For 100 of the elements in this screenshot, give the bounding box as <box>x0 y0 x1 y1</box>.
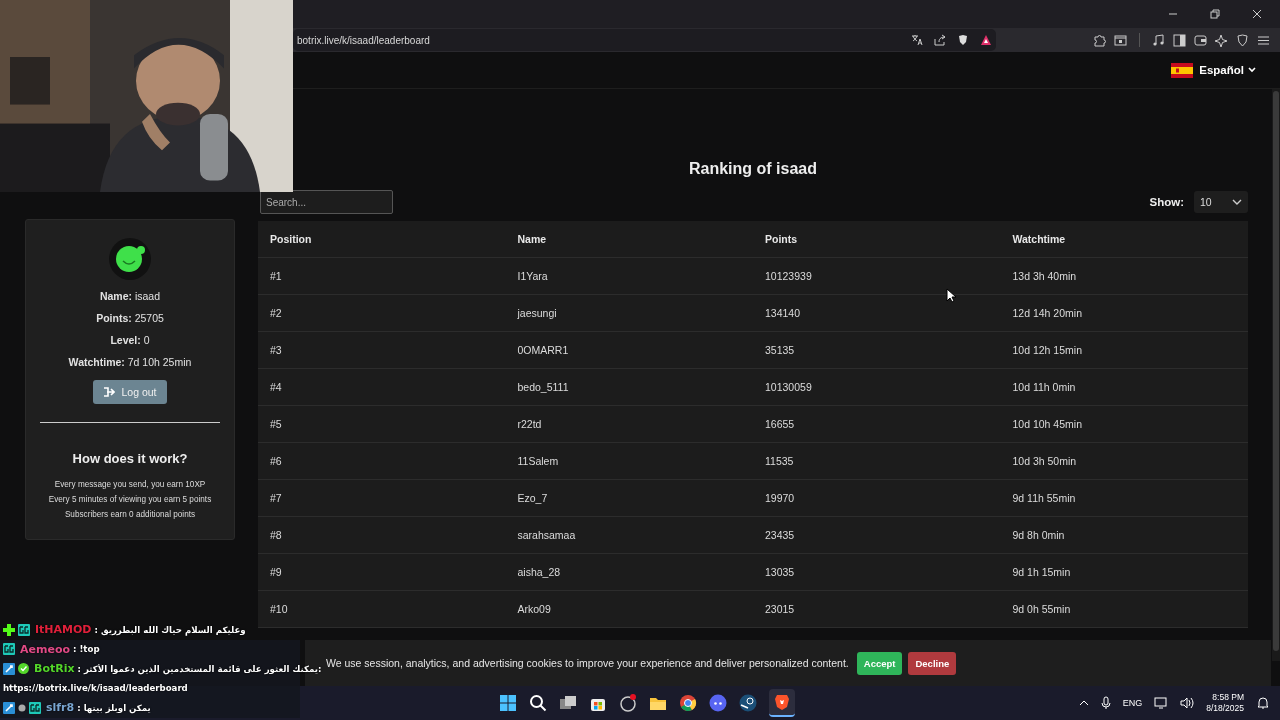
table-cell-text: 10130059 <box>764 381 813 393</box>
table-cell-text: 9d 1h 15min <box>1011 566 1072 578</box>
table-cell-text: 13035 <box>764 566 796 578</box>
speaker-icon[interactable] <box>1180 697 1195 709</box>
chrome-icon[interactable] <box>679 694 697 712</box>
sword-badge-icon <box>3 701 15 714</box>
table-cell-text: #3 <box>269 344 283 356</box>
table-cell-text: #7 <box>269 492 283 504</box>
profile-info: Watchtime: 7d 10h 25min <box>68 356 192 368</box>
plus-badge-icon <box>3 623 15 636</box>
table-cell-text: Ezo_7 <box>516 492 549 504</box>
table-cell-text: r22td <box>516 418 543 430</box>
table-cell-text: 134140 <box>764 307 802 319</box>
language-selector[interactable]: Español <box>1171 62 1256 78</box>
chat-message: https://botrix.live/k/isaad/leaderboard <box>3 683 188 694</box>
table-cell-text: 35135 <box>764 344 796 356</box>
profile-info: Level: 0 <box>110 334 150 346</box>
microphone-icon[interactable] <box>1100 696 1111 710</box>
table-cell-text: 10d 11h 0min <box>1011 381 1077 393</box>
discord-icon[interactable] <box>709 694 727 712</box>
task-view-icon[interactable] <box>559 694 577 712</box>
show-label: Show: <box>1149 196 1184 208</box>
table-cell-text: jaesungi <box>516 307 558 319</box>
shield-icon[interactable] <box>1236 33 1249 47</box>
table-cell-text: #6 <box>269 455 283 467</box>
chevron-down-icon <box>1248 67 1256 73</box>
table-cell-text: aisha_28 <box>516 566 562 578</box>
decline-button[interactable]: Decline <box>908 651 957 675</box>
bell-icon[interactable] <box>1256 696 1270 710</box>
search-field[interactable]: Search... <box>260 190 393 214</box>
language-indicator[interactable]: ENG <box>1122 698 1143 708</box>
table-cell-text: Arko09 <box>516 603 552 615</box>
url-text: botrix.live/k/isaad/leaderboard <box>297 34 431 46</box>
table-cell-text: 10d 10h 45min <box>1011 418 1083 430</box>
logout-button[interactable]: Log out <box>93 380 167 404</box>
sparkle-icon[interactable] <box>1215 33 1228 47</box>
search-icon[interactable] <box>529 694 547 712</box>
puzzle-icon[interactable] <box>1093 33 1106 47</box>
profile-info: Points: 25705 <box>96 312 164 324</box>
scrollbar[interactable] <box>1272 89 1280 661</box>
table-cell-text: 23015 <box>764 603 796 615</box>
menu-icon[interactable] <box>1257 33 1270 47</box>
chat-username: slfr8 <box>46 701 75 715</box>
logout-icon <box>103 387 116 397</box>
table-cell-text: #10 <box>269 603 289 615</box>
sword-badge-icon <box>3 662 15 675</box>
table-cell-text: #1 <box>269 270 283 282</box>
chat-message: : وعليكم السلام حياك الله البطرريق <box>94 624 246 635</box>
page-title: Ranking of isaad <box>688 160 818 178</box>
clock-time: 8:58 PM <box>1212 691 1244 703</box>
table-cell-text: 12d 14h 20min <box>1011 307 1083 319</box>
clock-date: 8/18/2025 <box>1206 703 1244 715</box>
gg-badge-icon <box>3 643 15 656</box>
table-cell-text: #9 <box>269 566 283 578</box>
sidebar-icon[interactable] <box>1173 33 1186 47</box>
brave-icon[interactable] <box>769 689 795 717</box>
table-cell-text: 16655 <box>764 418 796 430</box>
table-cell-text: 23435 <box>764 529 796 541</box>
window-icon[interactable] <box>1114 33 1127 47</box>
chat-message: : !top <box>73 644 100 655</box>
table-cell-text: 10d 12h 15min <box>1011 344 1083 356</box>
column-header: Watchtime <box>1011 233 1067 245</box>
rule-text: Every message you send, you earn 10XP <box>54 480 206 489</box>
table-cell-text: sarahsamaa <box>516 529 577 541</box>
rule-text: Subscribers earn 0 additional points <box>64 510 196 519</box>
table-cell-text: #5 <box>269 418 283 430</box>
wallet-icon[interactable] <box>1194 33 1207 47</box>
music-icon[interactable] <box>1152 33 1165 47</box>
translate-icon[interactable] <box>911 34 923 46</box>
rule-text: Every 5 minutes of viewing you earn 5 points <box>48 495 212 504</box>
cookie-text: We use session, analytics, and advertising cookies to improve your experience and deliver personalized content. <box>326 657 849 669</box>
chat-message: : يمكن اوبلز بيتها <box>77 702 151 713</box>
table-cell-text: 11Salem <box>516 455 560 467</box>
profile-info: Name: isaad <box>99 290 161 302</box>
triangle-icon[interactable] <box>980 34 992 46</box>
avatar-icon <box>109 238 151 280</box>
start-icon[interactable] <box>499 694 517 712</box>
table-cell-text: 11535 <box>764 455 795 467</box>
column-header: Position <box>269 233 313 245</box>
steam-icon[interactable] <box>739 694 757 712</box>
chat-message: : يمكنك العثور على قائمة المستخدمين الذين دعموا الأكثر: <box>77 663 322 674</box>
shield-icon[interactable] <box>957 34 969 46</box>
chat-username: BotRix <box>34 662 75 676</box>
table-cell-text: 9d 0h 55min <box>1011 603 1072 615</box>
page-size-select[interactable]: 10 <box>1194 191 1248 213</box>
table-cell-text: 19970 <box>764 492 796 504</box>
table-cell-text: 9d 8h 0min <box>1011 529 1066 541</box>
address-bar[interactable]: botrix.live/k/isaad/leaderboard <box>293 29 996 51</box>
spain-flag-icon <box>1171 62 1194 78</box>
table-cell-text: 0OMARR1 <box>516 344 570 356</box>
monitor-icon[interactable] <box>1154 697 1169 709</box>
table-cell-text: I1Yara <box>516 270 549 282</box>
table-cell-text: 9d 11h 55min <box>1011 492 1077 504</box>
table-cell-text: 10d 3h 50min <box>1011 455 1078 467</box>
column-header: Points <box>764 233 799 245</box>
caret-up-icon[interactable] <box>1078 700 1089 706</box>
share-icon[interactable] <box>934 34 946 46</box>
table-cell-text: 10123939 <box>764 270 813 282</box>
gg-badge-icon <box>29 701 41 714</box>
table-cell-text: 13d 3h 40min <box>1011 270 1078 282</box>
